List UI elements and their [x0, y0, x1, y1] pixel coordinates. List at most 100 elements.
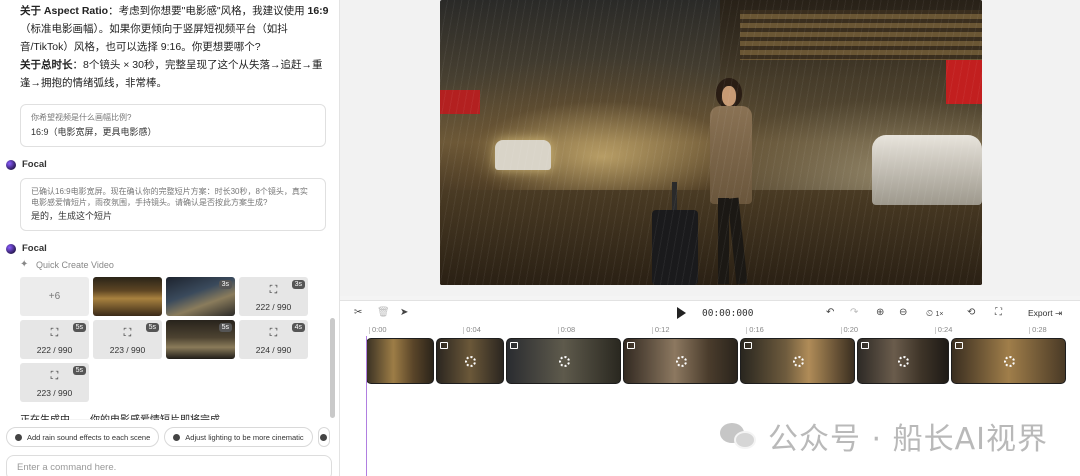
image-clip-icon	[627, 342, 635, 349]
redo-icon[interactable]: ↷	[850, 307, 858, 319]
editor-area: ✂ 🗑 ➤ 00:00:000 ↶ ↷ ⊕ ⊖ ⏲ 1× ⟲ ⛶ Export …	[340, 0, 1080, 476]
progress-count: 223 / 990	[109, 345, 146, 355]
trash-icon[interactable]: 🗑	[377, 307, 390, 319]
aspect-ratio-text-2: （标准电影画幅）。如果你更倾向于竖屏短视频平台（如抖音/TikTok）风格，也可…	[20, 23, 288, 53]
loading-spinner-icon	[898, 356, 909, 367]
image-clip-icon	[510, 342, 518, 349]
zoom-out-icon[interactable]: ⊖	[899, 307, 907, 319]
generating-status: 正在生成中——你的电影感爱情短片即将完成。	[20, 411, 330, 420]
answer-text: 16:9（电影宽屏，更具电影感）	[31, 127, 157, 137]
timeline-toolbar: ✂ 🗑 ➤ 00:00:000 ↶ ↷ ⊕ ⊖ ⏲ 1× ⟲ ⛶ Export …	[340, 301, 1080, 325]
command-input[interactable]: Enter a command here.	[6, 455, 332, 476]
loading-spinner-icon	[675, 356, 687, 367]
suggestion-chip[interactable]: Add rain sound effects to each scene	[6, 427, 160, 447]
suggestion-chip[interactable]	[317, 427, 330, 447]
cursor-icon[interactable]: ➤	[400, 307, 408, 319]
quick-create-text: Quick Create Video	[36, 260, 114, 270]
progress-count: 223 / 990	[36, 388, 73, 398]
playhead[interactable]	[366, 336, 367, 476]
shot-thumbnail[interactable]: 5s	[166, 320, 235, 359]
chat-panel: 关于 Aspect Ratio：考虑到你想要"电影感"风格，我建议使用 16:9…	[0, 0, 340, 476]
video-preview	[340, 0, 1080, 296]
ruler-tick-label: 0:08	[557, 325, 576, 334]
duration-badge: 5s	[72, 323, 86, 332]
suggestion-chip[interactable]: Adjust lighting to be more cinematic	[164, 427, 313, 447]
image-clip-icon	[955, 342, 963, 349]
zoom-in-icon[interactable]: ⊕	[876, 307, 884, 319]
duration-badge: 5s	[72, 366, 86, 375]
focal-logo-icon	[6, 243, 16, 254]
question-text: 已确认16:9电影宽屏。现在确认你的完整短片方案：时长30秒，8个镜头，真实电影…	[31, 187, 308, 207]
speed-value: 1×	[935, 311, 944, 318]
question-text: 你希望视频是什么画幅比例?	[31, 113, 132, 122]
sparkle-icon	[173, 433, 181, 441]
time-ruler[interactable]: 0:00 0:04 0:08 0:12 0:16 0:20 0:24 0:28	[366, 325, 1080, 337]
image-clip-icon	[861, 342, 869, 349]
suggestion-label: Add rain sound effects to each scene	[27, 432, 151, 442]
duration-badge: 3s	[291, 280, 305, 289]
agent-header: Focal	[6, 159, 330, 170]
timecode: 00:00:000	[702, 308, 754, 319]
rain-overlay	[440, 0, 982, 285]
watermark-text: 公众号 · 船长AI视界	[768, 422, 1048, 457]
shot-pending-tile[interactable]: ⛶ 224 / 990 4s	[239, 320, 308, 359]
sparkle-icon	[320, 433, 328, 441]
quick-create-label: ✦ Quick Create Video	[20, 259, 330, 271]
shot-thumbnail[interactable]	[93, 277, 162, 316]
ruler-tick-label: 0:12	[651, 325, 670, 334]
timeline-clip[interactable]	[366, 338, 434, 384]
agent-name: Focal	[22, 159, 47, 170]
preview-frame[interactable]	[440, 0, 982, 285]
video-track	[366, 338, 1080, 384]
export-button[interactable]: Export ⇥	[1028, 308, 1062, 319]
ruler-tick-label: 0:00	[369, 325, 387, 334]
scissors-icon[interactable]: ✂	[354, 307, 362, 319]
timeline-clip[interactable]	[436, 338, 504, 384]
question-card-confirm: 已确认16:9电影宽屏。现在确认你的完整短片方案：时长30秒，8个镜头，真实电影…	[20, 178, 326, 231]
app-window: 关于 Aspect Ratio：考虑到你想要"电影感"风格，我建议使用 16:9…	[0, 0, 1080, 476]
suggestion-label: Adjust lighting to be more cinematic	[185, 432, 304, 442]
answer-text: 是的，生成这个短片	[31, 211, 113, 221]
sparkle-icon	[15, 433, 22, 441]
ruler-tick-label: 0:20	[840, 325, 859, 334]
timeline-clip[interactable]	[740, 338, 855, 384]
shot-pending-tile[interactable]: ⛶ 223 / 990 5s	[93, 320, 162, 359]
chat-scrollbar[interactable]	[330, 318, 335, 418]
focal-logo-icon	[6, 159, 16, 170]
ruler-tick-label: 0:24	[934, 325, 953, 334]
aspect-ratio-heading: 关于 Aspect Ratio	[20, 5, 109, 17]
progress-count: 222 / 990	[255, 302, 292, 312]
ruler-tick-label: 0:16	[746, 325, 764, 334]
loading-spinner-icon	[465, 356, 476, 367]
undo-icon[interactable]: ↶	[826, 307, 834, 319]
shot-pending-tile[interactable]: ⛶ 223 / 990 5s	[20, 363, 89, 402]
agent-header: Focal	[6, 243, 330, 254]
ruler-tick-label: 0:28	[1029, 325, 1047, 334]
play-button[interactable]	[677, 307, 686, 319]
ruler-tick-label: 0:04	[463, 325, 481, 334]
agent-name: Focal	[22, 243, 47, 254]
shot-pending-tile[interactable]: ⛶ 222 / 990 5s	[20, 320, 89, 359]
duration-paragraph: 关于总时长：8个镜头 × 30秒，完整呈现了这个从失落→追赶→重逢→拥抱的情绪弧…	[20, 56, 330, 92]
duration-badge: 5s	[145, 323, 159, 332]
progress-count: 222 / 990	[36, 345, 73, 355]
fullscreen-icon[interactable]: ⛶	[995, 307, 1002, 319]
timeline-clip[interactable]	[506, 338, 621, 384]
timeline-clip[interactable]	[623, 338, 738, 384]
suggestion-chips: Add rain sound effects to each scene Adj…	[6, 427, 330, 447]
chat-scroll-area[interactable]: 关于 Aspect Ratio：考虑到你想要"电影感"风格，我建议使用 16:9…	[0, 0, 339, 420]
more-count: +6	[48, 291, 61, 302]
timeline-clip[interactable]	[951, 338, 1066, 384]
aspect-ratio-value: 16:9	[307, 5, 329, 17]
more-shots-tile[interactable]: +6	[20, 277, 89, 316]
loading-spinner-icon	[792, 356, 804, 367]
loading-spinner-icon	[558, 356, 570, 367]
shot-pending-tile[interactable]: ⛶ 222 / 990 3s	[239, 277, 308, 316]
speed-icon[interactable]: ⏲ 1×	[926, 307, 944, 321]
shot-thumbnail[interactable]: 3s	[166, 277, 235, 316]
progress-count: 224 / 990	[255, 345, 292, 355]
export-label: Export	[1028, 308, 1053, 318]
watermark: 公众号 · 船长AI视界	[720, 414, 1048, 458]
reset-icon[interactable]: ⟲	[967, 307, 975, 319]
timeline-clip[interactable]	[857, 338, 949, 384]
